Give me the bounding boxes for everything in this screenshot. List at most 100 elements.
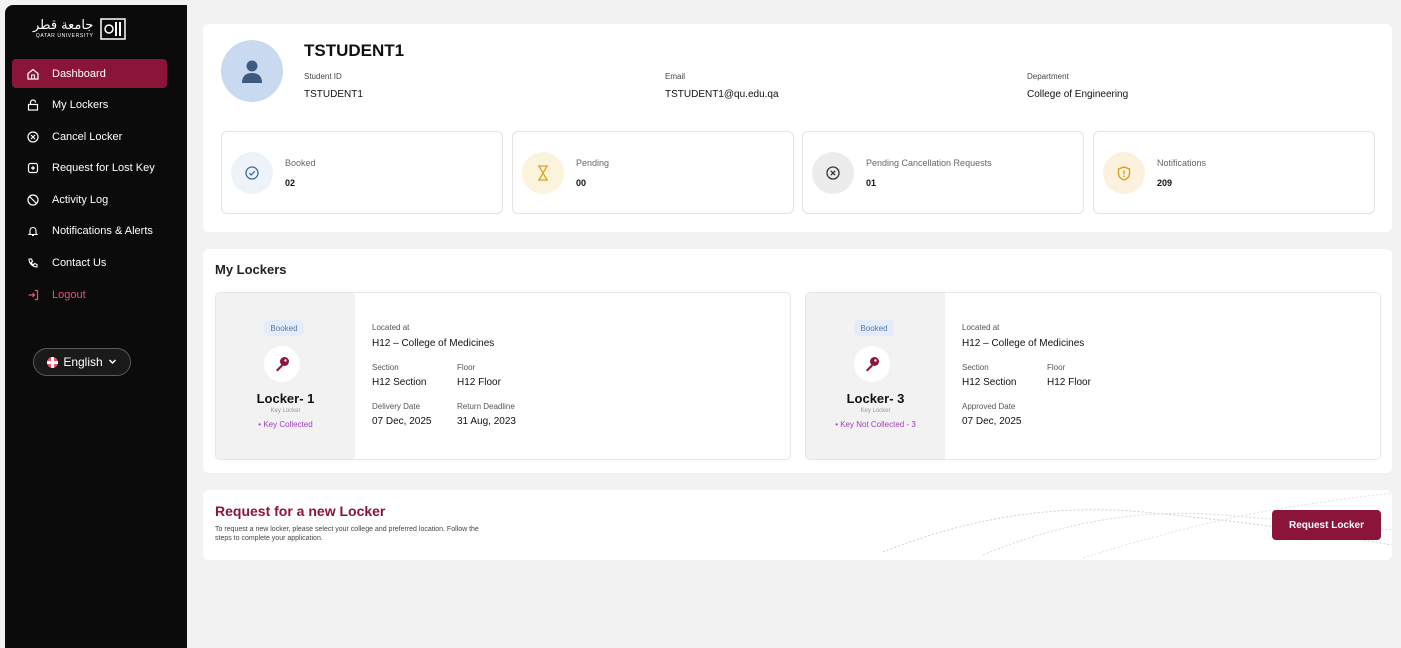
- my-lockers-card: My Lockers Booked Locker- 1 Key Locker •…: [203, 249, 1392, 473]
- stat-label: Notifications: [1157, 158, 1207, 168]
- user-name: TSTUDENT1: [304, 41, 405, 60]
- stat-pending[interactable]: Pending 00: [512, 131, 794, 214]
- phone-icon: [26, 256, 40, 270]
- locker-summary: Booked Locker- 1 Key Locker • Key Collec…: [216, 293, 355, 459]
- email-value: TSTUDENT1@qu.edu.qa: [665, 89, 779, 100]
- key-status: • Key Not Collected - 3: [835, 420, 916, 429]
- main-content: TSTUDENT1 Student ID TSTUDENT1 Email TST…: [187, 5, 1401, 648]
- sidebar-item-label: My Lockers: [52, 99, 109, 112]
- bell-icon: [26, 224, 40, 238]
- floor-label: Floor: [457, 363, 476, 372]
- sidebar-item-label: Activity Log: [52, 193, 109, 206]
- floor-label: Floor: [1047, 363, 1066, 372]
- sidebar-item-label: Notifications & Alerts: [52, 225, 153, 238]
- language-label: English: [63, 355, 103, 369]
- sidebar-item-logout[interactable]: Logout: [12, 280, 167, 309]
- sidebar-item-dashboard[interactable]: Dashboard: [12, 59, 167, 88]
- approved-date-label: Approved Date: [962, 402, 1016, 411]
- sidebar-item-my-lockers[interactable]: My Lockers: [12, 91, 167, 120]
- stat-label: Booked: [285, 158, 316, 168]
- key-icon: [854, 346, 890, 382]
- located-label: Located at: [372, 323, 410, 332]
- sidebar: جامعة قطر QATAR UNIVERSITY Dashboard My …: [5, 5, 187, 648]
- check-circle-icon: [231, 152, 273, 194]
- shield-alert-icon: [1103, 152, 1145, 194]
- return-deadline-value: 31 Aug, 2023: [457, 416, 516, 427]
- delivery-date-value: 07 Dec, 2025: [372, 416, 432, 427]
- uk-flag-icon: [47, 356, 59, 368]
- section-title: My Lockers: [215, 262, 287, 277]
- stat-notifications[interactable]: Notifications 209: [1093, 131, 1375, 214]
- sidebar-item-label: Logout: [52, 288, 86, 301]
- locker-name: Locker- 1: [256, 391, 315, 406]
- status-badge: Booked: [264, 320, 304, 336]
- request-locker-card: Request for a new Locker To request a ne…: [203, 490, 1392, 560]
- x-circle-icon: [812, 152, 854, 194]
- request-locker-button[interactable]: Request Locker: [1272, 510, 1381, 540]
- key-status: • Key Collected: [258, 420, 313, 429]
- department-value: College of Engineering: [1027, 89, 1129, 100]
- sidebar-item-notifications[interactable]: Notifications & Alerts: [12, 217, 167, 246]
- hourglass-icon: [522, 152, 564, 194]
- department-block: Department College of Engineering: [1027, 72, 1128, 100]
- stat-value: 01: [866, 178, 877, 188]
- email-label: Email: [665, 72, 686, 81]
- sidebar-item-request-lost-key[interactable]: Request for Lost Key: [12, 154, 167, 183]
- sidebar-nav: Dashboard My Lockers Cancel Locker Reque…: [12, 59, 167, 312]
- key-icon: [264, 346, 300, 382]
- sidebar-item-contact-us[interactable]: Contact Us: [12, 249, 167, 278]
- profile-card: TSTUDENT1 Student ID TSTUDENT1 Email TST…: [203, 24, 1392, 232]
- status-badge: Booked: [854, 320, 894, 336]
- student-id-block: Student ID TSTUDENT1: [304, 72, 363, 100]
- delivery-date-label: Delivery Date: [372, 402, 421, 411]
- stat-pending-cancellation[interactable]: Pending Cancellation Requests 01: [802, 131, 1084, 214]
- located-value: H12 – College of Medicines: [962, 338, 1085, 349]
- key-request-icon: [26, 161, 40, 175]
- section-value: H12 Section: [372, 377, 427, 388]
- qatar-university-logo[interactable]: جامعة قطر QATAR UNIVERSITY: [33, 17, 127, 41]
- stat-booked[interactable]: Booked 02: [221, 131, 503, 214]
- stat-value: 00: [576, 178, 587, 188]
- locker-card[interactable]: Booked Locker- 3 Key Locker • Key Not Co…: [805, 292, 1381, 460]
- section-label: Section: [372, 363, 399, 372]
- sidebar-item-label: Contact Us: [52, 257, 107, 270]
- avatar: [221, 40, 283, 102]
- student-id-value: TSTUDENT1: [304, 89, 363, 100]
- return-deadline-label: Return Deadline: [457, 402, 515, 411]
- student-id-label: Student ID: [304, 72, 342, 81]
- approved-date-value: 07 Dec, 2025: [962, 416, 1022, 427]
- locker-type: Key Locker: [860, 408, 891, 414]
- stat-label: Pending: [576, 158, 610, 168]
- stat-value: 02: [285, 178, 296, 188]
- stat-label: Pending Cancellation Requests: [866, 158, 992, 168]
- cancel-circle-icon: [26, 130, 40, 144]
- lock-icon: [26, 98, 40, 112]
- sidebar-item-label: Dashboard: [52, 67, 106, 80]
- home-icon: [26, 67, 40, 81]
- locker-summary: Booked Locker- 3 Key Locker • Key Not Co…: [806, 293, 945, 459]
- request-title: Request for a new Locker: [215, 503, 386, 519]
- request-description: To request a new locker, please select y…: [215, 526, 479, 542]
- logo-english-text: QATAR UNIVERSITY: [35, 33, 94, 39]
- stat-value: 209: [1157, 178, 1173, 188]
- floor-value: H12 Floor: [457, 377, 501, 388]
- user-icon: [242, 60, 262, 83]
- language-selector[interactable]: English: [33, 348, 131, 376]
- section-value: H12 Section: [962, 377, 1017, 388]
- email-block: Email TSTUDENT1@qu.edu.qa: [665, 72, 779, 100]
- sidebar-item-activity-log[interactable]: Activity Log: [12, 185, 167, 214]
- located-label: Located at: [962, 323, 1000, 332]
- section-label: Section: [962, 363, 989, 372]
- sidebar-item-label: Cancel Locker: [52, 130, 123, 143]
- locker-name: Locker- 3: [846, 391, 905, 406]
- chevron-down-icon: [108, 355, 117, 369]
- locker-card[interactable]: Booked Locker- 1 Key Locker • Key Collec…: [215, 292, 791, 460]
- sidebar-item-cancel-locker[interactable]: Cancel Locker: [12, 122, 167, 151]
- locker-type: Key Locker: [270, 408, 301, 414]
- located-value: H12 – College of Medicines: [372, 338, 495, 349]
- logout-icon: [26, 288, 40, 302]
- floor-value: H12 Floor: [1047, 377, 1091, 388]
- logo-arabic-text: جامعة قطر: [33, 18, 94, 33]
- department-label: Department: [1027, 72, 1069, 81]
- sidebar-item-label: Request for Lost Key: [52, 162, 155, 175]
